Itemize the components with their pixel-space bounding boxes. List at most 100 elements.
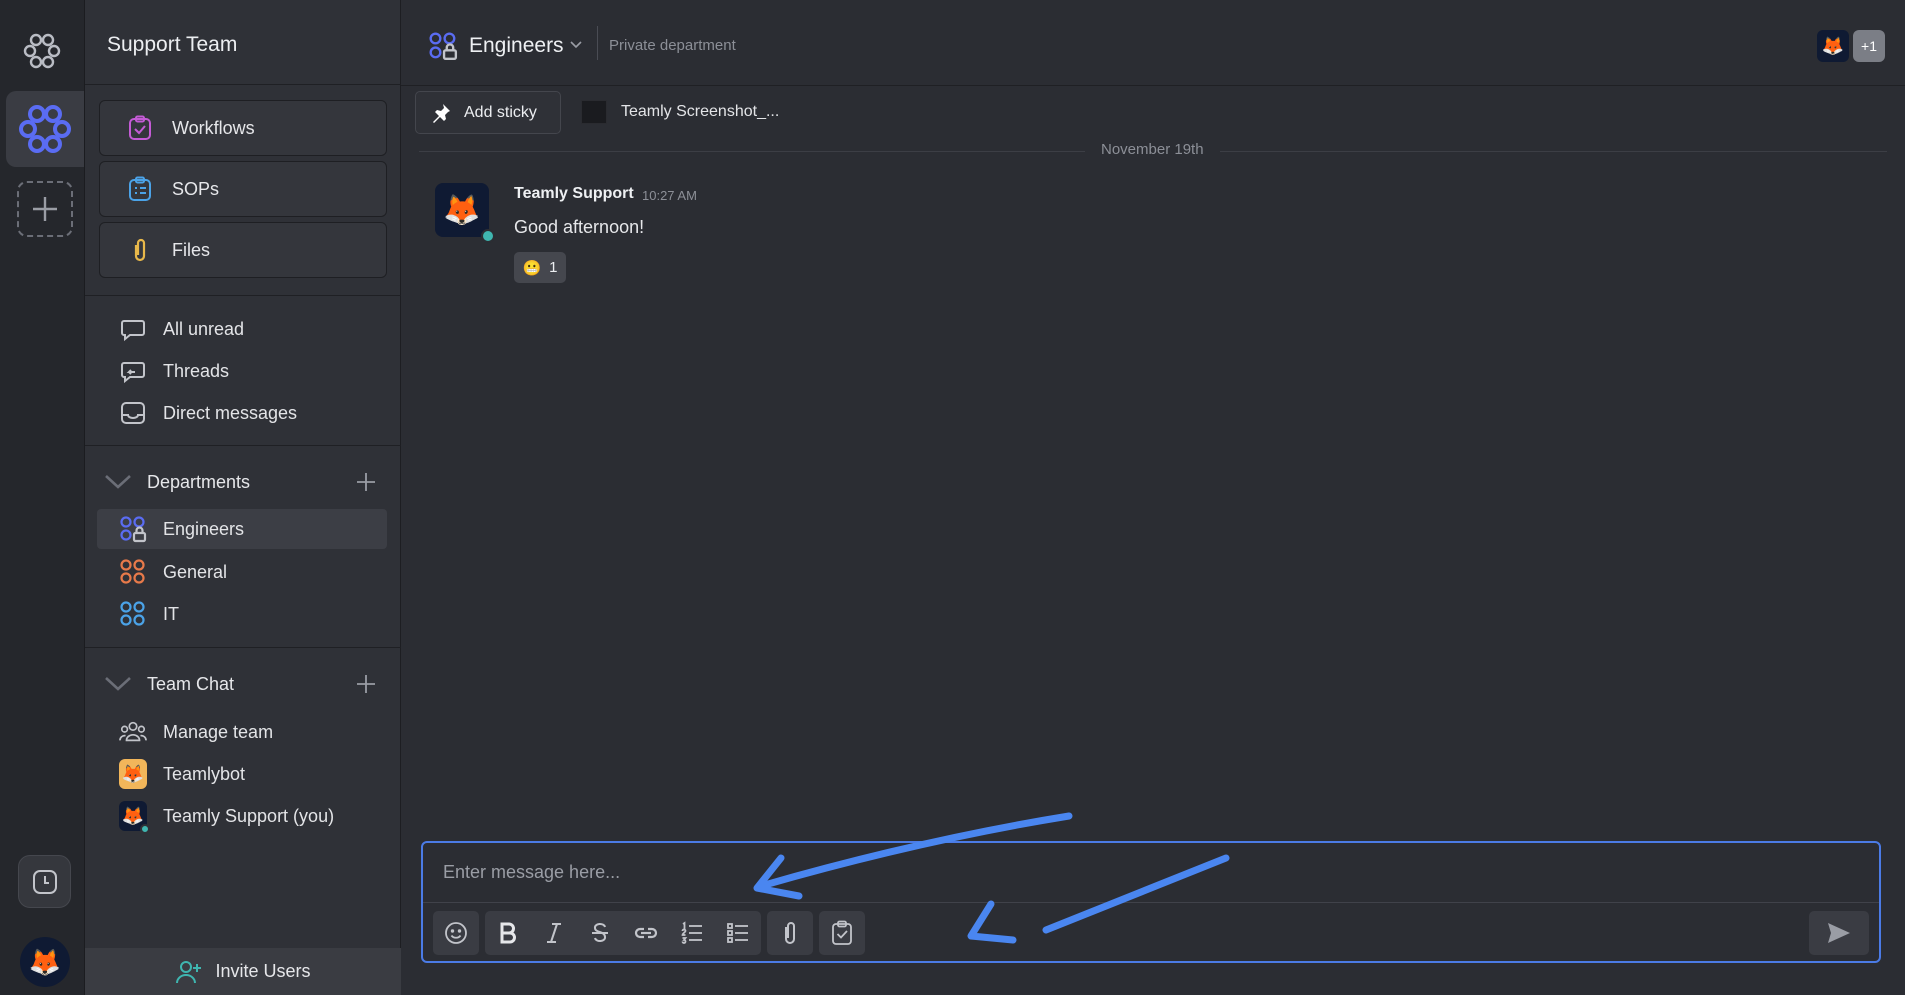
department-label: General: [163, 561, 228, 582]
message-timestamp: 10:27 AM: [642, 188, 697, 203]
workflow-icon: [126, 114, 154, 142]
sidebar: Support Team Workflows SOPs Files All un…: [85, 0, 401, 995]
date-label: November 19th: [1085, 141, 1220, 158]
add-workspace-button[interactable]: [17, 181, 73, 237]
team-chat-label: Teamlybot: [163, 763, 246, 784]
channel-description: Private department: [609, 37, 736, 54]
divider: [597, 26, 598, 60]
pinned-file-chip[interactable]: Teamly Screenshot_...: [581, 96, 779, 128]
reaction-emoji-icon: 😬: [522, 259, 542, 277]
online-status-icon: [481, 229, 495, 243]
chevron-down-icon[interactable]: [103, 674, 133, 694]
message-text: Good afternoon!: [514, 217, 645, 237]
ordered-list-icon: [681, 921, 702, 944]
department-engineers[interactable]: Engineers: [97, 509, 387, 549]
main-panel: Engineers Private department 🦊 +1 Add st…: [401, 0, 1905, 995]
chevron-down-icon[interactable]: [569, 38, 583, 52]
inbox-icon: [119, 399, 147, 427]
channel-header: Engineers Private department 🦊 +1: [401, 0, 1905, 86]
bold-button[interactable]: [485, 911, 531, 955]
files-label: Files: [172, 239, 211, 260]
invite-users-button[interactable]: Invite Users: [85, 948, 401, 995]
workflows-button[interactable]: Workflows: [99, 100, 387, 156]
team-people-icon: [119, 718, 147, 746]
emoji-button[interactable]: [433, 911, 479, 955]
divider: [85, 445, 401, 446]
team-chat-teamlybot[interactable]: 🦊 Teamlybot: [97, 754, 387, 794]
message-author[interactable]: Teamly Support: [514, 185, 634, 203]
team-chat-manage-team[interactable]: Manage team: [97, 712, 387, 752]
departments-heading: Departments: [147, 471, 251, 492]
teamlybot-avatar-icon: 🦊: [119, 759, 147, 789]
team-chat-heading: Team Chat: [147, 673, 235, 694]
team-chat-label: Teamly Support (you): [163, 805, 335, 826]
member-avatar-icon[interactable]: 🦊: [1817, 30, 1849, 62]
ordered-list-button[interactable]: [669, 911, 715, 955]
attach-file-button[interactable]: [767, 911, 813, 955]
formatting-toolbar: [433, 911, 865, 955]
invite-users-label: Invite Users: [215, 961, 311, 981]
private-department-icon: [119, 515, 147, 543]
add-chat-plus-icon[interactable]: [355, 673, 377, 695]
chat-bubble-icon: [119, 315, 147, 343]
add-sticky-button[interactable]: Add sticky: [415, 91, 561, 134]
add-department-plus-icon[interactable]: [355, 471, 377, 493]
nav-threads[interactable]: Threads: [97, 351, 387, 391]
emoji-icon: [445, 922, 467, 944]
divider: [85, 295, 401, 296]
user-avatar-icon[interactable]: 🦊: [20, 937, 70, 987]
department-general[interactable]: General: [97, 552, 387, 592]
paperclip-icon: [126, 236, 154, 264]
workspace-title: Support Team: [107, 33, 238, 56]
team-chat-header[interactable]: Team Chat: [97, 667, 387, 701]
link-button[interactable]: [623, 911, 669, 955]
plus-icon: [33, 197, 57, 221]
italic-button[interactable]: [531, 911, 577, 955]
divider: [85, 84, 401, 85]
pin-icon: [433, 103, 450, 123]
send-button[interactable]: [1809, 911, 1869, 955]
team-chat-teamly-support[interactable]: 🦊 Teamly Support (you): [97, 796, 387, 836]
bullet-list-button[interactable]: [715, 911, 761, 955]
private-department-icon: [429, 32, 458, 61]
nav-all-unread[interactable]: All unread: [97, 309, 387, 349]
sops-button[interactable]: SOPs: [99, 161, 387, 217]
department-icon: [119, 558, 147, 586]
nav-label: Threads: [163, 360, 230, 381]
department-label: IT: [163, 603, 179, 624]
nav-direct-messages[interactable]: Direct messages: [97, 393, 387, 433]
nav-label: Direct messages: [163, 402, 298, 423]
send-icon: [1828, 923, 1850, 943]
message-author-avatar[interactable]: 🦊: [435, 183, 495, 243]
department-icon: [119, 600, 147, 628]
add-sticky-label: Add sticky: [464, 103, 537, 121]
threads-icon: [119, 357, 147, 385]
department-it[interactable]: IT: [97, 594, 387, 634]
member-count-badge[interactable]: +1: [1853, 30, 1885, 62]
teamly-support-avatar-icon: 🦊: [119, 801, 150, 834]
bold-icon: [500, 922, 516, 944]
clipboard-check-icon: [832, 920, 852, 945]
teamly-logo-icon[interactable]: [22, 30, 62, 70]
file-thumbnail: [581, 100, 607, 124]
clock-icon: [32, 869, 57, 894]
strikethrough-button[interactable]: [577, 911, 623, 955]
reaction-badge[interactable]: 😬 1: [514, 252, 566, 283]
workspace-support-team-icon[interactable]: [6, 91, 84, 167]
message-composer: [421, 841, 1881, 963]
italic-icon: [547, 923, 561, 943]
add-task-button[interactable]: [819, 911, 865, 955]
departments-header[interactable]: Departments: [97, 465, 387, 499]
chevron-down-icon[interactable]: [103, 472, 133, 492]
message-input[interactable]: [423, 843, 1879, 903]
sop-icon: [126, 175, 154, 203]
paperclip-icon: [785, 922, 795, 944]
history-button[interactable]: [18, 855, 71, 908]
channel-title[interactable]: Engineers: [469, 34, 564, 58]
bullet-list-icon: [727, 923, 748, 943]
app-window: 🦊 Support Team Workflows SOPs Files All …: [0, 0, 1905, 995]
files-button[interactable]: Files: [99, 222, 387, 278]
sticky-toolbar: Add sticky Teamly Screenshot_...: [401, 86, 1905, 142]
sops-label: SOPs: [172, 178, 220, 199]
pinned-file-name: Teamly Screenshot_...: [621, 103, 780, 120]
